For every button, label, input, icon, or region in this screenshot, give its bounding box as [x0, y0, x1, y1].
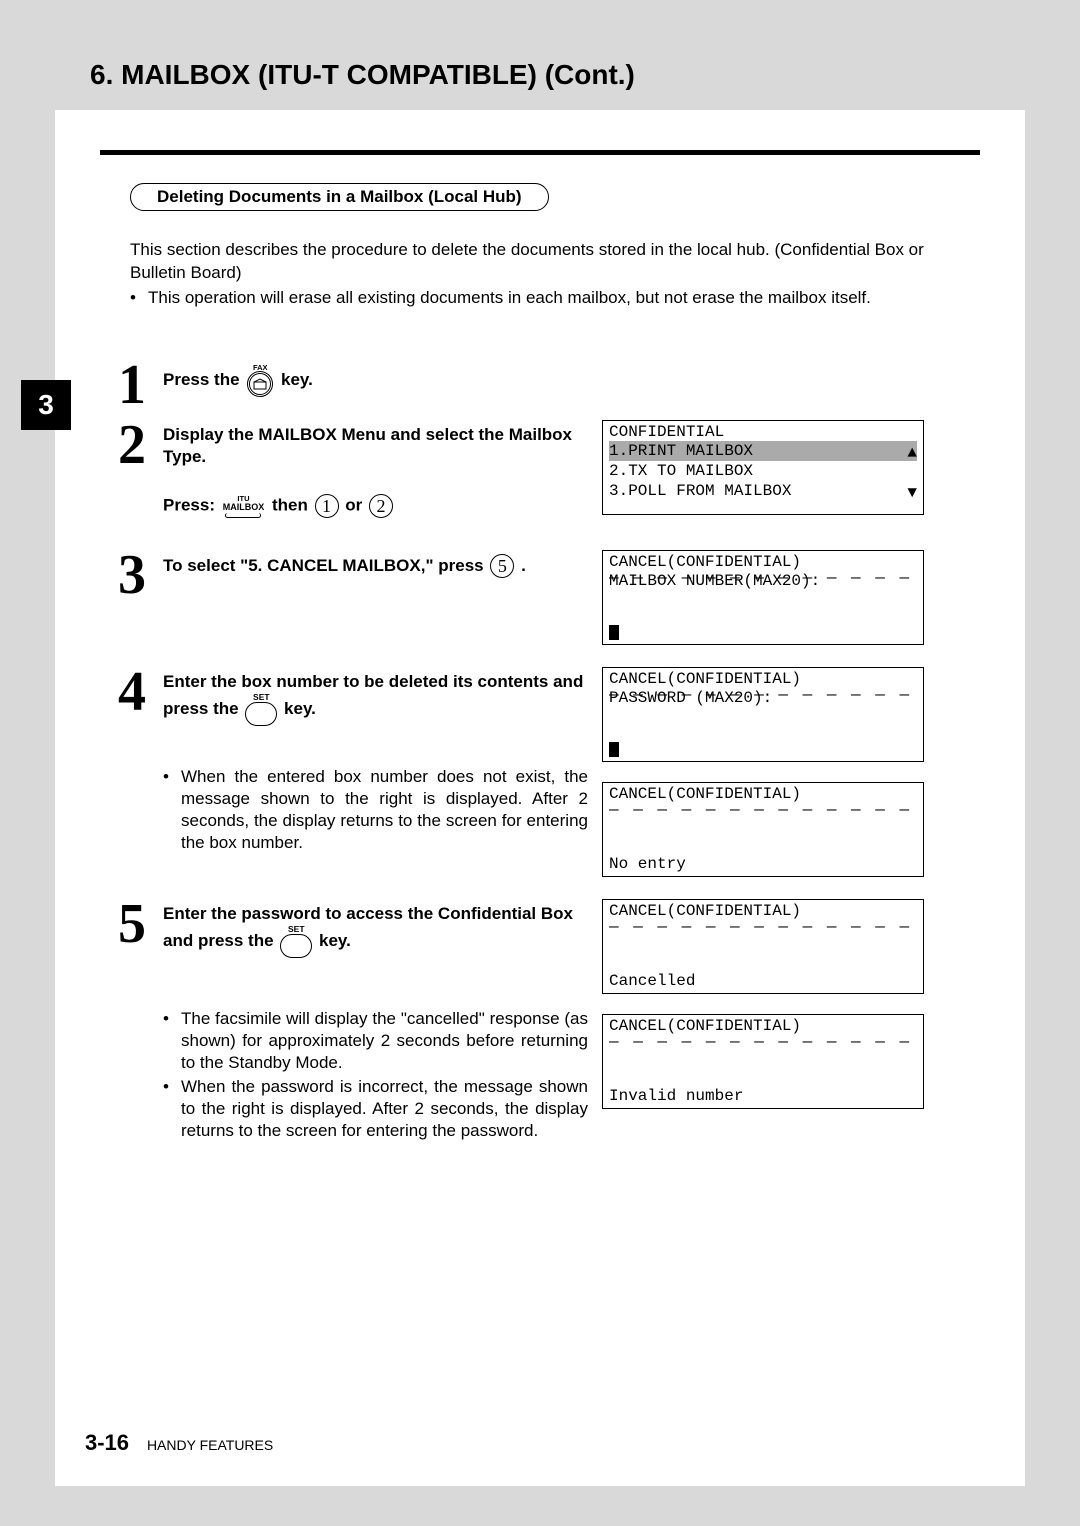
- step-number: 3: [118, 550, 163, 600]
- step-3-group: 3 To select "5. CANCEL MAILBOX," press 5…: [118, 550, 980, 645]
- lcd-cursor-line: [609, 739, 917, 759]
- step5-text-b: key.: [319, 931, 351, 950]
- lcd-cancel-enter-password: CANCEL(CONFIDENTIAL) — — — — — — — — — —…: [602, 667, 924, 762]
- key-5-icon: 5: [490, 554, 514, 578]
- page: 6. MAILBOX (ITU-T COMPATIBLE) (Cont.) De…: [55, 40, 1025, 1486]
- footer-label: HANDY FEATURES: [147, 1437, 273, 1453]
- lcd-line: Invalid number: [609, 1086, 917, 1106]
- lcd-cancelled: CANCEL(CONFIDENTIAL) — — — — — — — — — —…: [602, 899, 924, 994]
- subheading-pill: Deleting Documents in a Mailbox (Local H…: [130, 183, 549, 211]
- intro-bullet-text: This operation will erase all existing d…: [148, 287, 871, 310]
- step5-text-a: Enter the password to access the Confide…: [163, 904, 573, 950]
- step-number: 2: [118, 420, 163, 470]
- lcd-cancel-enter-number: CANCEL(CONFIDENTIAL) — — — — — — — — — —…: [602, 550, 924, 645]
- step4-text-a: Enter the box number to be deleted its c…: [163, 672, 583, 718]
- step5-bullet-2: • When the password is incorrect, the me…: [163, 1076, 588, 1142]
- lcd-line: 3.POLL FROM MAILBOX: [609, 481, 917, 501]
- mailbox-key-icon: ITU MAILBOX: [223, 495, 265, 518]
- lcd-dashline: — — — — — — — — — — — — —: [609, 800, 917, 820]
- set-label: SET: [288, 925, 305, 934]
- page-footer: 3-16 HANDY FEATURES: [85, 1430, 273, 1456]
- step-5-group: 5 Enter the password to access the Confi…: [118, 899, 980, 1154]
- scroll-down-icon: ▼: [907, 483, 917, 503]
- lcd-line: 1.PRINT MAILBOX: [609, 441, 917, 461]
- lcd-no-entry: CANCEL(CONFIDENTIAL) — — — — — — — — — —…: [602, 782, 924, 877]
- then-label: then: [272, 496, 313, 515]
- body-area: Deleting Documents in a Mailbox (Local H…: [55, 110, 1025, 1155]
- bullet-dot: •: [163, 1008, 181, 1074]
- chapter-tab: 3: [21, 380, 71, 430]
- step-number: 5: [118, 899, 163, 949]
- lcd-dashline: — — — — — — — — — — — — —: [609, 1032, 917, 1052]
- chapter-header: 6. MAILBOX (ITU-T COMPATIBLE) (Cont.): [55, 40, 1025, 110]
- step-4-group: 4 Enter the box number to be deleted its…: [118, 667, 980, 877]
- bullet-dot: •: [130, 287, 148, 310]
- step4-text-b: key.: [284, 699, 316, 718]
- step5-bullet2-text: When the password is incorrect, the mess…: [181, 1076, 588, 1142]
- step-number: 4: [118, 667, 163, 717]
- step2-main: Display the MAILBOX Menu and select the …: [163, 424, 588, 468]
- step5-bullet-1: • The facsimile will display the "cancel…: [163, 1008, 588, 1074]
- step4-bullet-text: When the entered box number does not exi…: [181, 766, 588, 854]
- bullet-dot: •: [163, 1076, 181, 1142]
- fax-key-ring: [247, 371, 273, 397]
- step5-bullet1-text: The facsimile will display the "cancelle…: [181, 1008, 588, 1074]
- set-key-icon: SET: [280, 925, 312, 958]
- cursor-icon: [609, 625, 619, 640]
- key-1-icon: 1: [315, 494, 339, 518]
- step1-text-b: key.: [281, 370, 313, 389]
- chapter-title: 6. MAILBOX (ITU-T COMPATIBLE) (Cont.): [90, 59, 635, 91]
- divider-thick: [100, 150, 980, 155]
- bullet-dot: •: [163, 766, 181, 854]
- set-key-oval: [245, 702, 277, 726]
- lcd-line: 2.TX TO MAILBOX: [609, 461, 917, 481]
- step-number: 1: [118, 360, 163, 410]
- step3-text-a: To select "5. CANCEL MAILBOX," press: [163, 556, 488, 575]
- key-2-icon: 2: [369, 494, 393, 518]
- or-label: or: [345, 496, 367, 515]
- lcd-dashline: — — — — — — — — — — — — —: [609, 917, 917, 937]
- fax-key-icon: FAX: [247, 364, 273, 398]
- step-1: 1 Press the FAX key.: [118, 360, 980, 410]
- lcd-invalid-number: CANCEL(CONFIDENTIAL) — — — — — — — — — —…: [602, 1014, 924, 1109]
- press-label: Press:: [163, 496, 220, 515]
- mailbox-label: MAILBOX: [223, 503, 265, 512]
- lcd-mailbox-menu: CONFIDENTIAL — — — — — — — — — — — — — 1…: [602, 420, 924, 515]
- lcd-line: MAILBOX NUMBER(MAX20):: [609, 571, 917, 591]
- cursor-icon: [609, 742, 619, 757]
- set-label: SET: [253, 693, 270, 702]
- step4-bullet: • When the entered box number does not e…: [163, 766, 588, 854]
- fax-label: FAX: [253, 364, 268, 372]
- set-key-icon: SET: [245, 693, 277, 726]
- step1-text-a: Press the: [163, 370, 244, 389]
- lcd-line: PASSWORD (MAX20):: [609, 688, 917, 708]
- lcd-cursor-line: [609, 622, 917, 642]
- step3-text-b: .: [521, 556, 526, 575]
- intro-text: This section describes the procedure to …: [130, 239, 970, 285]
- lcd-line: Cancelled: [609, 971, 917, 991]
- scroll-up-icon: ▲: [907, 443, 917, 463]
- intro-bullet: • This operation will erase all existing…: [130, 287, 970, 310]
- set-key-oval: [280, 934, 312, 958]
- intro-block: This section describes the procedure to …: [130, 239, 970, 310]
- lcd-line: No entry: [609, 854, 917, 874]
- mailbox-key-underline: [225, 513, 261, 518]
- step2-press-line: Press: ITU MAILBOX then 1 or 2: [163, 494, 588, 518]
- step-2-group: 2 Display the MAILBOX Menu and select th…: [118, 420, 980, 528]
- page-number: 3-16: [85, 1430, 129, 1455]
